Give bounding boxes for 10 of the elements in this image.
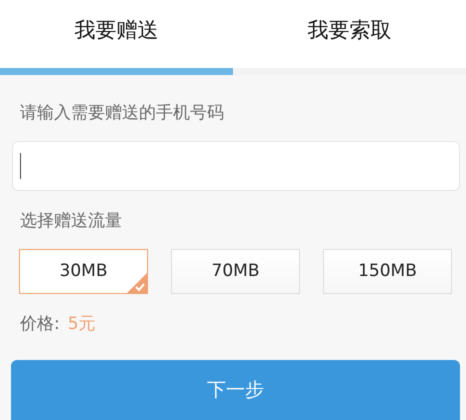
text-cursor — [20, 153, 21, 179]
check-icon — [127, 273, 147, 293]
price-value: 5元 — [68, 313, 96, 336]
amount-label: 选择赠送流量 — [19, 210, 123, 233]
phone-input-field[interactable] — [12, 141, 460, 191]
price-label: 价格: — [20, 313, 60, 336]
data-option[interactable]: 150MB — [323, 249, 452, 294]
phone-label: 请输入需要赠送的手机号码 — [19, 102, 225, 125]
data-option[interactable]: 70MB — [171, 249, 300, 294]
data-option[interactable]: 30MB — [19, 249, 148, 294]
